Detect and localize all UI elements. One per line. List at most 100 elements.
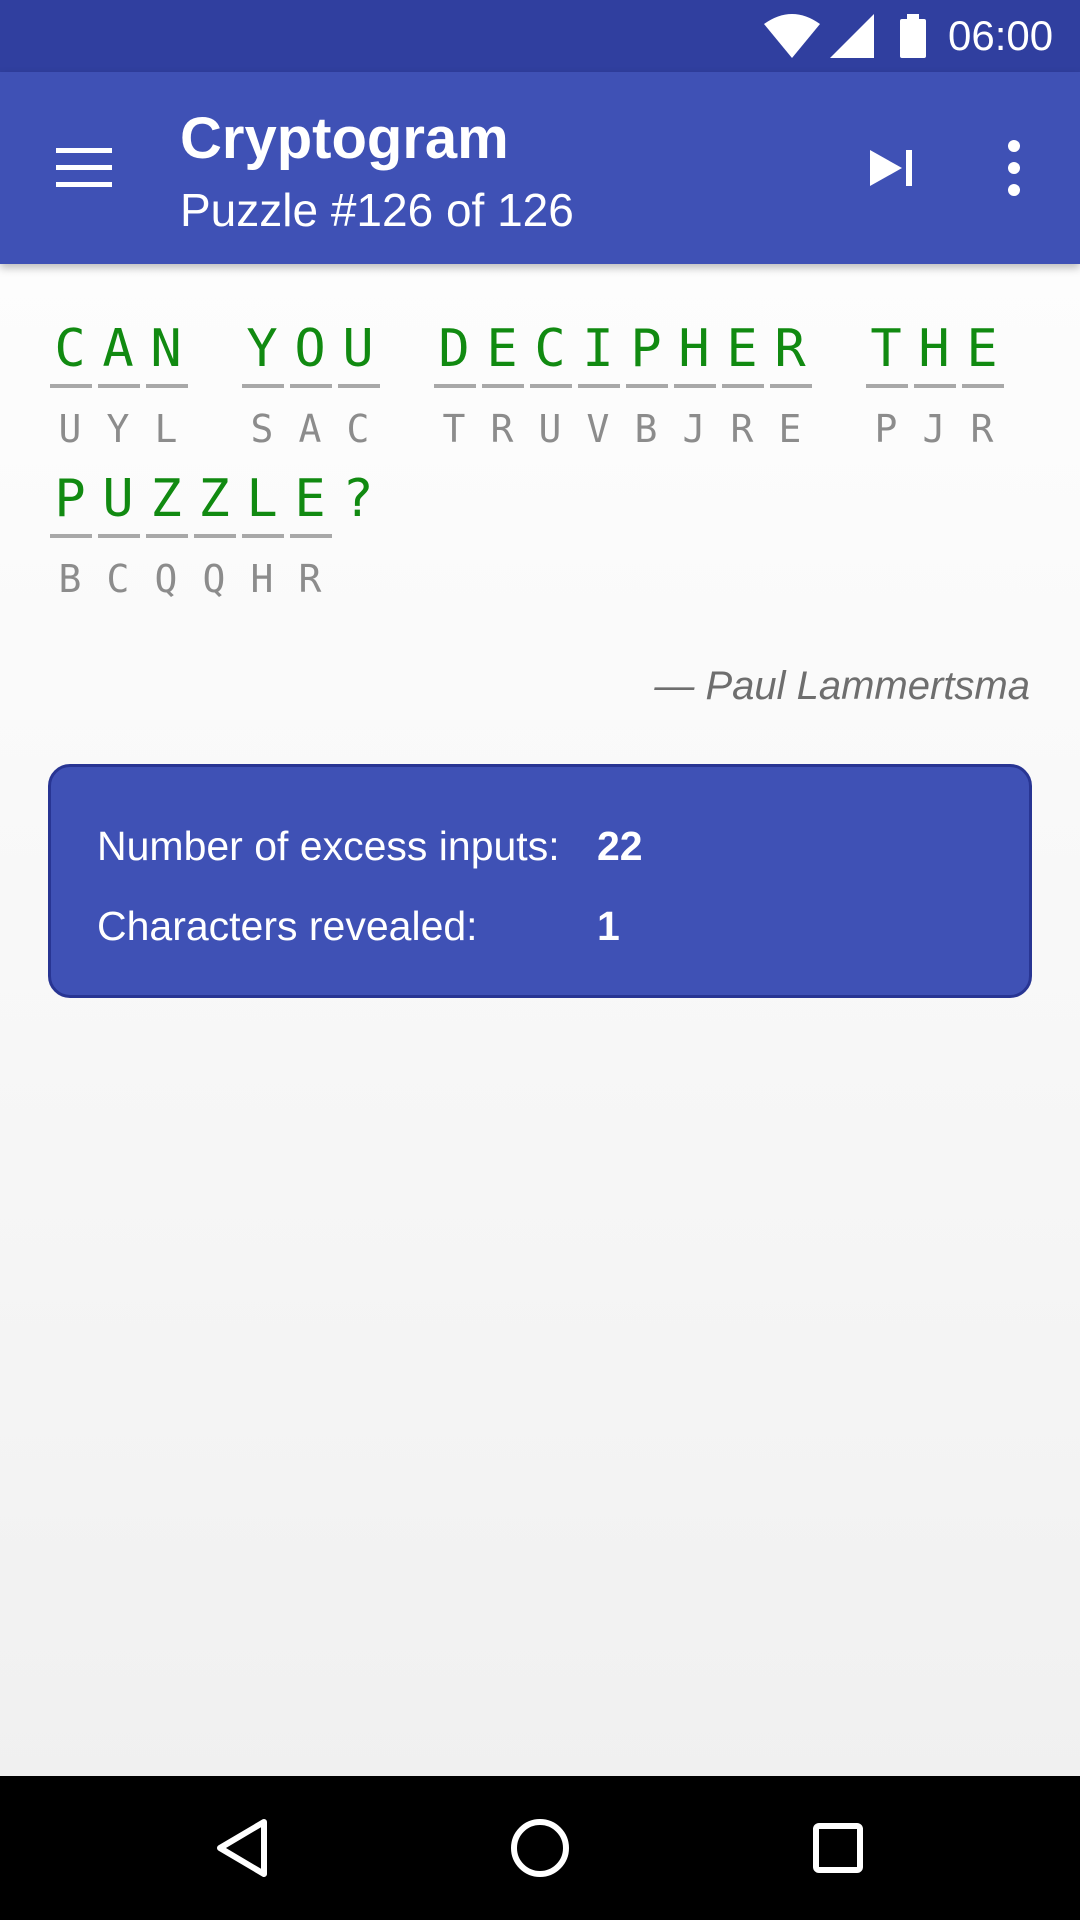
plain-letter: E [486,319,518,379]
cipher-letter: R [970,407,994,451]
puzzle-letter-cell[interactable]: CU [50,318,92,451]
puzzle-letter-cell[interactable]: HJ [914,318,956,451]
plain-letter: P [54,469,86,529]
letter-underline [146,384,188,388]
letter-underline [962,384,1004,388]
puzzle-letter-cell[interactable]: AY [98,318,140,451]
more-vert-icon[interactable] [980,128,1048,208]
plain-letter: H [918,319,950,379]
plain-letter: R [774,319,806,379]
plain-letter: N [150,319,182,379]
puzzle-letter-cell[interactable]: OA [290,318,332,451]
letter-underline [50,384,92,388]
puzzle-letter-cell[interactable]: DT [434,318,476,451]
nav-home-icon[interactable] [500,1808,580,1888]
plain-letter: I [582,319,614,379]
letter-underline [770,384,812,388]
cipher-letter: Y [106,407,130,451]
letter-underline [98,534,140,538]
puzzle-letter-cell[interactable]: CU [530,318,572,451]
cipher-letter: T [442,407,466,451]
letter-underline [914,384,956,388]
plain-letter: E [726,319,758,379]
puzzle-letter-cell[interactable]: TP [866,318,908,451]
puzzle-letter-cell[interactable]: ER [482,318,524,451]
puzzle-letter-cell[interactable]: ER [722,318,764,451]
puzzle-letter-cell[interactable]: NL [146,318,188,451]
letter-underline [338,384,380,388]
app-bar: Cryptogram Puzzle #126 of 126 [0,72,1080,264]
puzzle-letter-cell[interactable]: ER [290,468,332,601]
plain-letter: A [102,319,134,379]
plain-letter: Z [198,469,230,529]
plain-letter: U [342,319,374,379]
nav-recents-icon[interactable] [802,1812,874,1884]
letter-underline [146,534,188,538]
plain-letter: Z [150,469,182,529]
puzzle-letter-cell[interactable]: RE [770,318,812,451]
quote-author: — Paul Lammertsma [654,664,1030,708]
letter-underline [626,384,668,388]
cipher-letter: C [346,407,370,451]
letter-underline [722,384,764,388]
puzzle-letter-cell[interactable]: ER [962,318,1004,451]
plain-letter: L [246,469,278,529]
puzzle-letter-cell[interactable]: ZQ [194,468,236,601]
letter-underline [482,384,524,388]
menu-button[interactable] [40,128,128,208]
plain-letter: C [54,319,86,379]
plain-letter: D [438,319,470,379]
plain-letter: E [966,319,998,379]
puzzle-letter-cell[interactable]: UC [98,468,140,601]
characters-revealed-value: 1 [597,903,620,949]
plain-letter: U [102,469,134,529]
cipher-letter: R [490,407,514,451]
puzzle-letter-cell[interactable]: PB [626,318,668,451]
puzzle-letter-cell[interactable]: PB [50,468,92,601]
plain-letter: C [534,319,566,379]
letter-underline [290,534,332,538]
nav-back-icon[interactable] [206,1812,278,1884]
letter-underline [98,384,140,388]
app-title: Cryptogram [180,106,509,171]
plain-letter: Y [246,319,278,379]
puzzle-letter-cell[interactable]: IV [578,318,620,451]
letter-underline [578,384,620,388]
plain-letter: P [630,319,662,379]
skip-next-icon[interactable] [856,128,936,208]
letter-underline [290,384,332,388]
letter-underline [194,534,236,538]
cipher-letter: J [922,407,946,451]
puzzle-letter-cell[interactable]: ZQ [146,468,188,601]
letter-underline [242,534,284,538]
excess-inputs-label: Number of excess inputs: [97,823,560,869]
letter-underline [50,534,92,538]
plain-letter: O [294,319,326,379]
puzzle-letter-cell[interactable]: UC [338,318,380,451]
signal-icon [830,14,874,58]
system-nav-bar [0,1776,1080,1920]
plain-letter: H [678,319,710,379]
status-bar: 06:00 [0,0,1080,72]
letter-underline [434,384,476,388]
puzzle-letter-cell[interactable]: HJ [674,318,716,451]
plain-letter: E [294,469,326,529]
puzzle-punctuation: ? [338,468,378,530]
letter-underline [866,384,908,388]
battery-icon [900,14,926,58]
cipher-letter: C [106,557,130,601]
cipher-letter: Q [154,557,178,601]
puzzle-letter-cell[interactable]: YS [242,318,284,451]
plain-letter: T [870,319,902,379]
cipher-letter: J [682,407,706,451]
cipher-letter: P [874,407,898,451]
plain-letter: ? [342,469,374,529]
cipher-letter: B [58,557,82,601]
cipher-letter: R [298,557,322,601]
stats-panel: Number of excess inputs: 22 Characters r… [48,764,1032,998]
puzzle-letter-cell[interactable]: LH [242,468,284,601]
cipher-letter: V [586,407,610,451]
wifi-icon [764,14,820,58]
excess-inputs-value: 22 [597,823,643,869]
cipher-letter: H [250,557,274,601]
